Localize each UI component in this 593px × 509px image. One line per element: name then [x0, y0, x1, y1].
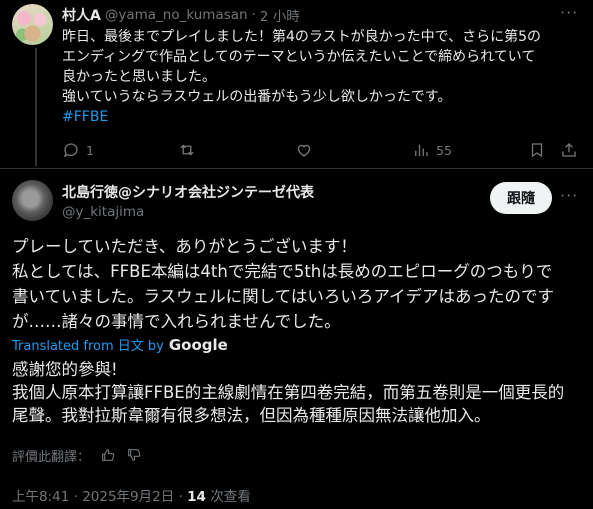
action-bar: 1 55 — [62, 140, 582, 160]
text-line: 尾聲。我對拉斯韋爾有很多想法，但因為種種原因無法讓他加入。 — [12, 406, 491, 425]
user-handle[interactable]: @yama_no_kumasan — [105, 7, 248, 23]
text-line: 昨日、最後までプレイしました！第4のラストが良かった中で、さらに第5の — [62, 29, 541, 45]
translation-attribution[interactable]: Translated from 日文 by Google — [12, 335, 228, 355]
avatar[interactable] — [12, 4, 53, 45]
text-line: 良かったと思いました。 — [62, 69, 216, 85]
repost-icon — [180, 144, 194, 156]
reply-count: 1 — [86, 142, 94, 158]
text-line: 感謝您的參與! — [12, 360, 118, 379]
bookmark-icon — [531, 143, 543, 158]
text-line: 私としては、FFBE本編は4thで完結で5thは長めのエピローグのつもりで — [12, 262, 553, 281]
analytics-icon — [415, 144, 428, 156]
tweet-metadata: 上午8:41 · 2025年9月2日 · 14 次查看 — [12, 485, 251, 505]
text-line: 強いていうならラスウェルの出番がもう少し欲しかったです。 — [62, 89, 452, 105]
reply-tweet[interactable]: 村人A @yama_no_kumasan · 2 小時 ··· 昨日、最後までプ… — [0, 0, 593, 168]
view-count: 14 — [187, 489, 206, 505]
author-handle[interactable]: @y_kitajima — [62, 204, 144, 220]
more-options-icon[interactable]: ··· — [560, 4, 582, 24]
text-line: エンディングで作品としてのテーマというか伝えたいことで締められていて — [62, 49, 536, 65]
share-icon — [562, 143, 576, 157]
divider — [0, 168, 593, 169]
hashtag-link[interactable]: #FFBE — [62, 107, 582, 127]
text-line: プレーしていただき、ありがとうございます！ — [12, 237, 357, 256]
tweet-text: 昨日、最後までプレイしました！第4のラストが良かった中で、さらに第5の エンディ… — [62, 27, 582, 127]
separator: · — [251, 7, 256, 23]
text-line: が……諸々の事情で入れられませんでした。 — [12, 312, 341, 331]
author-avatar[interactable] — [12, 180, 53, 221]
like-button[interactable] — [295, 140, 319, 160]
bookmark-button[interactable] — [528, 140, 546, 160]
tweet-text: プレーしていただき、ありがとうございます！ 私としては、FFBE本編は4thで完… — [12, 234, 582, 334]
thumbs-up-icon[interactable] — [100, 447, 116, 463]
thread-line — [35, 48, 37, 166]
text-line: 書いていました。ラスウェルに関してはいろいろアイデアはあったのです — [12, 287, 555, 306]
view-count: 55 — [436, 142, 452, 158]
reply-header: 村人A @yama_no_kumasan · 2 小時 — [62, 5, 300, 25]
translated-text: 感謝您的參與! 我個人原本打算讓FFBE的主線劇情在第四卷完結，而第五卷則是一個… — [12, 358, 582, 427]
timestamp[interactable]: 2 小時 — [260, 5, 300, 25]
display-name[interactable]: 村人A — [62, 5, 101, 25]
views-label: 次查看 — [205, 489, 251, 505]
thumbs-down-icon[interactable] — [126, 447, 142, 463]
heart-icon — [297, 144, 311, 157]
google-logo: Google — [168, 335, 228, 354]
follow-button[interactable]: 跟隨 — [490, 182, 552, 214]
rate-translation: 評價此翻譯： — [12, 446, 142, 465]
rate-label: 評價此翻譯： — [12, 449, 91, 465]
more-options-icon[interactable]: ··· — [560, 186, 578, 205]
share-button[interactable] — [560, 140, 578, 160]
translated-from-label[interactable]: Translated from 日文 by — [12, 335, 164, 354]
repost-button[interactable] — [178, 140, 202, 160]
views-button[interactable]: 55 — [412, 140, 452, 160]
author-name[interactable]: 北島行徳@シナリオ会社ジンテーゼ代表 — [62, 182, 314, 202]
text-line: 我個人原本打算讓FFBE的主線劇情在第四卷完結，而第五卷則是一個更長的 — [12, 383, 565, 402]
reply-button[interactable]: 1 — [62, 140, 94, 160]
post-datetime[interactable]: 上午8:41 · 2025年9月2日 · — [12, 489, 187, 505]
reply-icon — [63, 143, 78, 158]
